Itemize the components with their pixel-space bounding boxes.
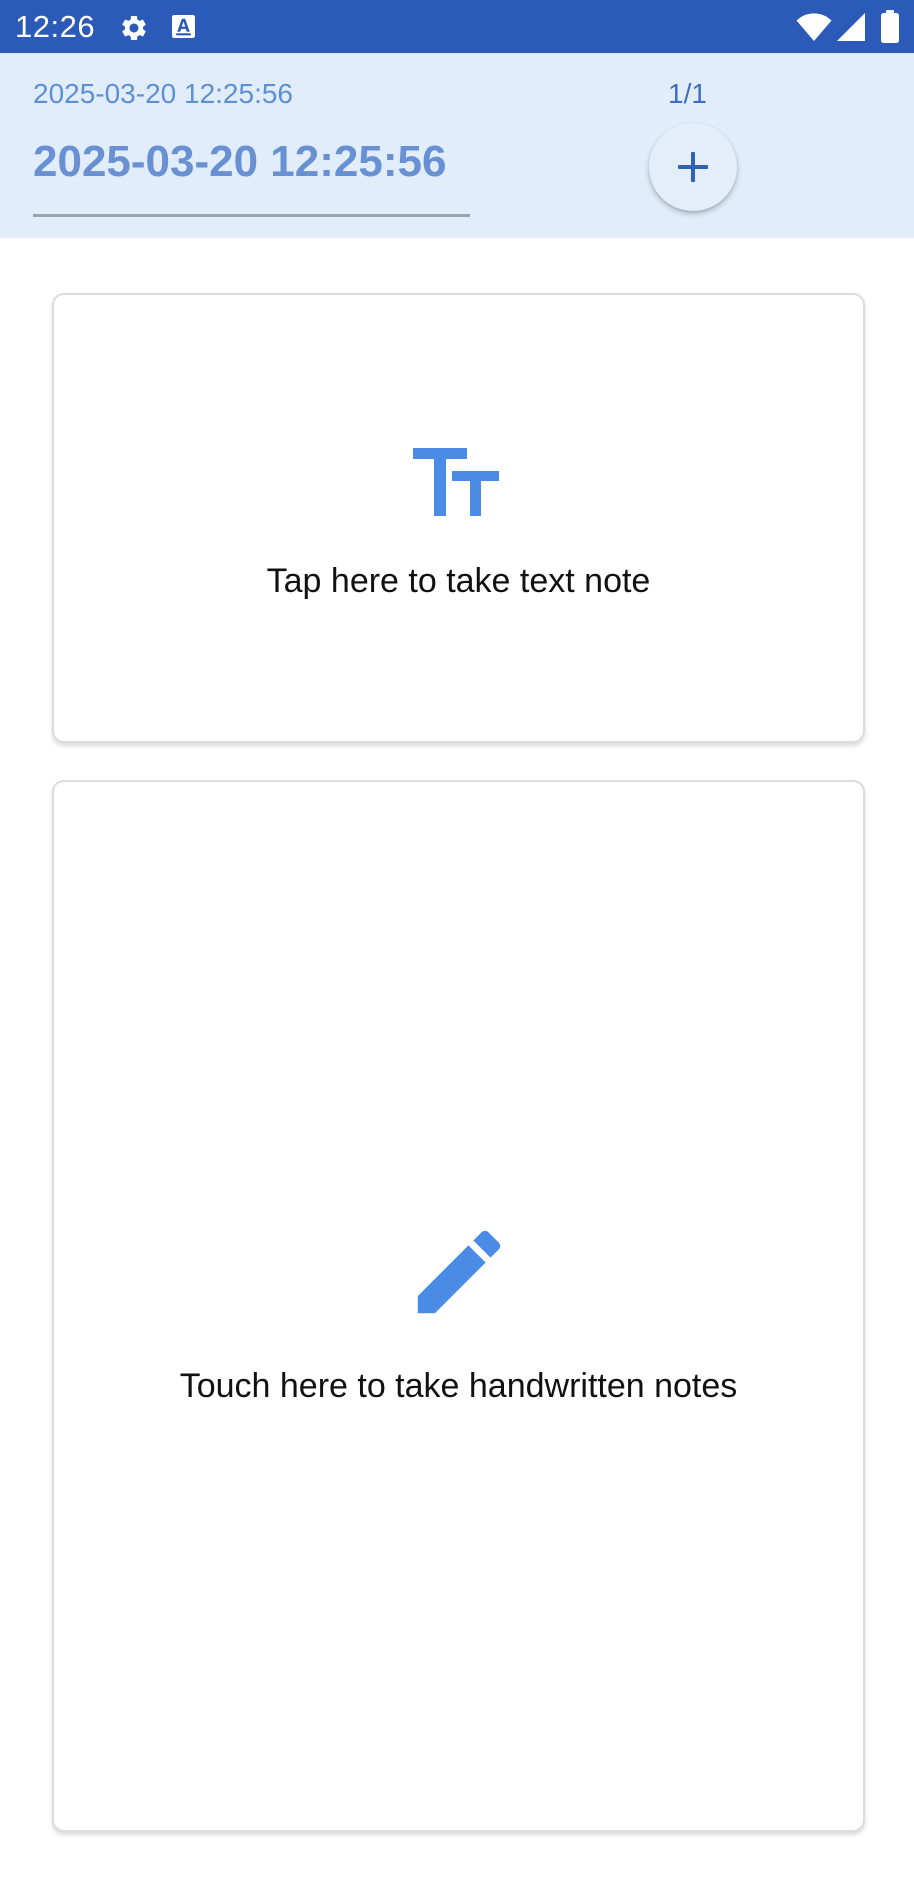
text-size-icon xyxy=(413,448,499,516)
add-page-button[interactable] xyxy=(649,123,737,211)
status-bar: 12:26 xyxy=(0,0,914,53)
text-a-icon xyxy=(172,15,195,38)
plus-icon xyxy=(678,152,708,182)
note-header: 2025-03-20 12:25:56 1/1 xyxy=(0,53,914,238)
page-indicator: 1/1 xyxy=(668,78,707,109)
wifi-icon xyxy=(796,13,832,41)
note-title-input[interactable] xyxy=(33,137,469,187)
handwritten-note-label: Touch here to take handwritten notes xyxy=(179,1367,738,1405)
battery-icon xyxy=(881,10,899,43)
signal-icon xyxy=(837,13,865,41)
title-underline xyxy=(33,214,470,217)
text-note-label: Tap here to take text note xyxy=(266,562,651,600)
note-timestamp: 2025-03-20 12:25:56 xyxy=(33,78,293,109)
status-time: 12:26 xyxy=(15,9,96,44)
handwritten-note-card[interactable]: Touch here to take handwritten notes xyxy=(52,780,865,1832)
pencil-icon xyxy=(417,1230,501,1314)
text-note-card[interactable]: Tap here to take text note xyxy=(52,293,865,743)
gear-icon xyxy=(122,15,146,40)
